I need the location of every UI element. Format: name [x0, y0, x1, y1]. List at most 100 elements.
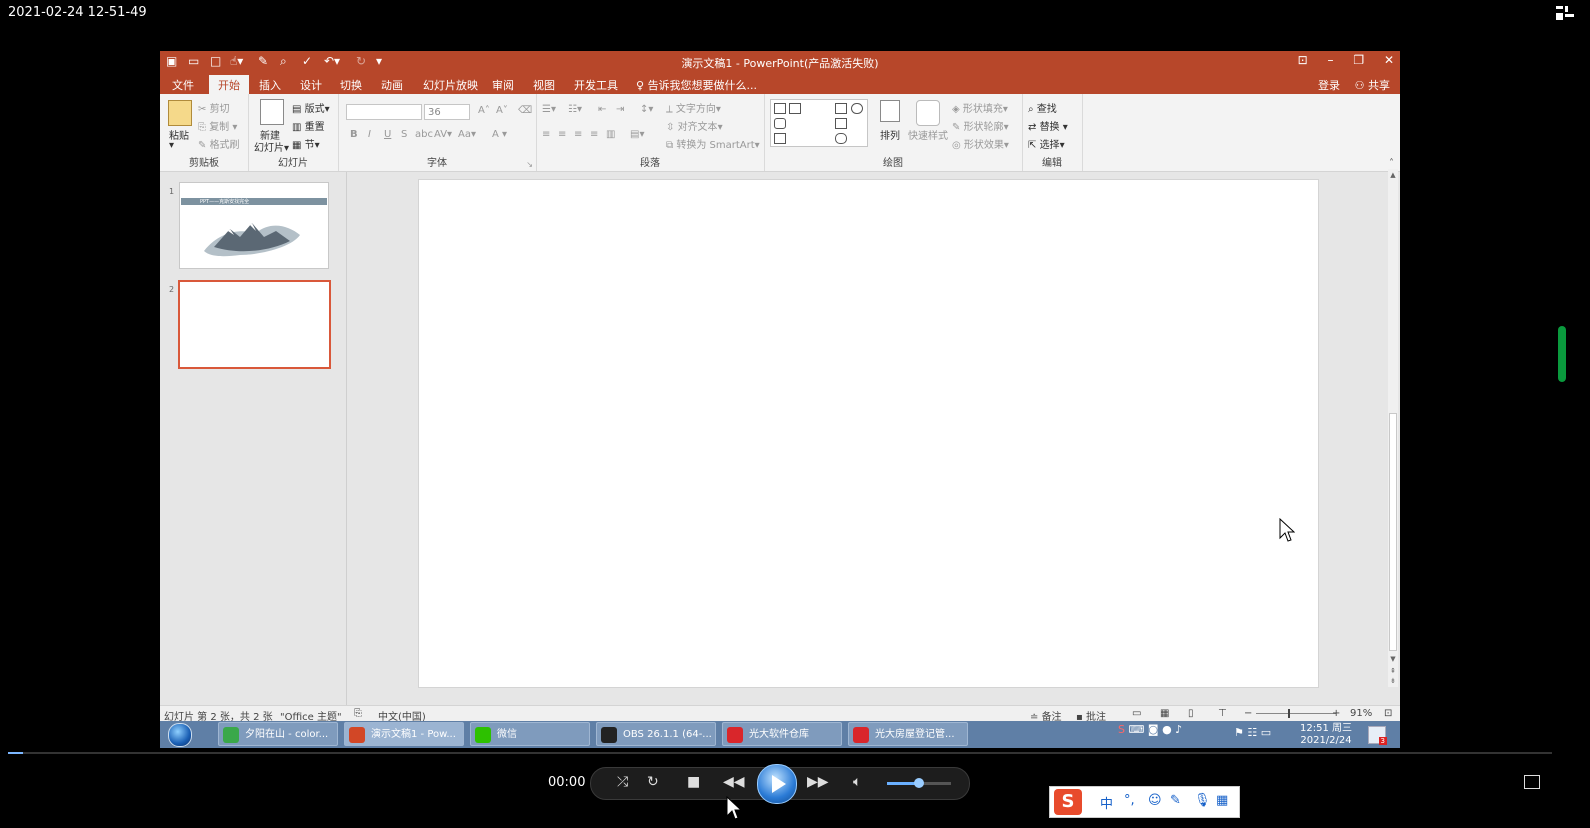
microphone-icon[interactable]: 🎙︎ [1194, 793, 1211, 808]
quick-styles-icon[interactable] [916, 100, 940, 126]
webcam-icon[interactable]: ◙ [1148, 723, 1159, 736]
paste-icon[interactable] [168, 100, 192, 126]
fit-slide-icon[interactable]: ⊡ [1384, 708, 1392, 719]
underline-button[interactable]: U [384, 129, 391, 140]
next-slide-icon[interactable]: ⇟ [1388, 677, 1398, 685]
network-icon[interactable]: ☷ [1247, 726, 1257, 739]
tab-transitions[interactable]: 切换 [340, 77, 362, 93]
shape-pentagon[interactable] [774, 133, 786, 144]
indent-decrease-icon[interactable]: ⇤ [598, 104, 606, 115]
numbering-icon[interactable]: ☷▾ [568, 104, 582, 115]
select-button[interactable]: ⇱ 选择▾ [1028, 136, 1065, 151]
replace-button[interactable]: ⇄ 替换 ▾ [1028, 118, 1068, 133]
section-button[interactable]: ▦ 节▾ [292, 136, 320, 151]
obs-tray-icon[interactable]: ● [1162, 723, 1172, 736]
align-text-button[interactable]: ⇳ 对齐文本▾ [666, 118, 723, 133]
start-button[interactable] [168, 723, 192, 747]
zoom-in-icon[interactable]: + [1332, 708, 1340, 719]
font-dialog-launcher-icon[interactable]: ↘ [526, 160, 533, 169]
spellcheck-icon[interactable]: ⎘ [354, 708, 362, 719]
taskbar-item[interactable]: 光大软件仓库 [722, 722, 842, 746]
clock[interactable]: 12:51 周三 2021/2/24 [1298, 723, 1354, 747]
zoom-out-icon[interactable]: − [1244, 708, 1252, 719]
align-right-icon[interactable]: ≡ [574, 129, 582, 140]
shapes-gallery[interactable] [770, 99, 868, 147]
monitor-icon[interactable]: ▭ [1261, 726, 1271, 739]
volume-thumb[interactable] [913, 778, 924, 788]
emoji-icon[interactable]: ☺ [1148, 793, 1162, 808]
flag-icon[interactable]: ⚑ [1234, 726, 1244, 739]
collapse-ribbon-icon[interactable]: ˄ [1389, 158, 1394, 169]
scroll-up-icon[interactable]: ▲ [1388, 171, 1398, 179]
font-color-button[interactable]: A ▾ [492, 129, 507, 140]
line-spacing-icon[interactable]: ↕▾ [640, 104, 653, 115]
normal-view-icon[interactable]: ▭ [1132, 708, 1141, 719]
taskbar-item[interactable]: 光大房屋登记管... [848, 722, 968, 746]
tab-file[interactable]: 文件 [172, 77, 194, 93]
slide-canvas[interactable] [418, 179, 1319, 688]
zoom-slider-thumb[interactable] [1288, 709, 1290, 718]
change-case-button[interactable]: Aa▾ [458, 129, 476, 140]
restore-icon[interactable]: ❐ [1353, 53, 1364, 67]
shrink-font-icon[interactable]: A˅ [496, 105, 508, 116]
tab-design[interactable]: 设计 [300, 77, 322, 93]
new-slide-label-2[interactable]: 幻灯片▾ [254, 139, 289, 154]
shape-textbox[interactable] [774, 103, 786, 114]
shape-effects-button[interactable]: ◎ 形状效果▾ [952, 136, 1009, 151]
prev-slide-icon[interactable]: ⇞ [1388, 667, 1398, 675]
action-center-icon[interactable]: 3 [1368, 726, 1387, 745]
arrange-icon[interactable] [880, 100, 900, 122]
grow-font-icon[interactable]: A˄ [478, 105, 490, 116]
scroll-thumb[interactable] [1389, 413, 1397, 651]
ime-punctuation[interactable]: °, [1124, 793, 1135, 808]
strikethrough-button[interactable]: abc [415, 129, 433, 140]
tab-review[interactable]: 审阅 [492, 77, 514, 93]
taskbar-item[interactable]: 演示文稿1 - Pow... [344, 722, 464, 746]
find-button[interactable]: ⌕ 查找 [1028, 100, 1057, 115]
slide-thumbnail-1[interactable]: PPT——克斯安找完全 [179, 182, 329, 269]
tab-view[interactable]: 视图 [533, 77, 555, 93]
columns-icon[interactable]: ▤▾ [630, 129, 644, 140]
sogou-tray-icon[interactable]: S [1118, 723, 1125, 736]
shape-rounded-rect[interactable] [774, 118, 786, 129]
fast-forward-icon[interactable]: ▶▶ [807, 774, 829, 790]
smartart-button[interactable]: ⧉ 转换为 SmartArt▾ [666, 136, 760, 151]
vertical-scrollbar[interactable]: ▲ ▼ ⇞ ⇟ [1388, 169, 1398, 687]
login-link[interactable]: 登录 [1318, 77, 1340, 93]
shape-outline-button[interactable]: ✎ 形状轮廓▾ [952, 118, 1009, 133]
quick-styles-label[interactable]: 快速样式 [908, 127, 948, 142]
ime-mode[interactable]: 中 [1100, 793, 1113, 812]
distribute-icon[interactable]: ▥ [606, 129, 615, 140]
shadow-button[interactable]: S [401, 129, 407, 140]
zoom-level[interactable]: 91% [1350, 708, 1372, 719]
pen-icon[interactable]: ✎ [1170, 793, 1181, 808]
copy-button[interactable]: ⎘ 复制 ▾ [198, 118, 237, 133]
tab-slideshow[interactable]: 幻灯片放映 [423, 77, 478, 93]
shape-arrow[interactable] [835, 118, 847, 129]
layout-button[interactable]: ▤ 版式▾ [292, 100, 330, 115]
toolbox-icon[interactable]: ▦ [1216, 793, 1228, 808]
shuffle-icon[interactable]: ⤮ [617, 774, 628, 790]
scroll-down-icon[interactable]: ▼ [1388, 655, 1398, 663]
taskbar-item[interactable]: 夕阳在山 - color... [218, 722, 338, 746]
italic-button[interactable]: I [368, 129, 371, 140]
bold-button[interactable]: B [350, 129, 358, 140]
minimize-icon[interactable]: – [1328, 53, 1334, 67]
clear-format-icon[interactable]: ⌫ [518, 105, 532, 116]
font-size-input[interactable]: 36 [424, 104, 470, 120]
justify-icon[interactable]: ≡ [590, 129, 598, 140]
volume-slider[interactable] [887, 778, 951, 788]
text-direction-button[interactable]: ⟂ 文字方向▾ [666, 100, 721, 115]
reading-view-icon[interactable]: ▯ [1188, 708, 1194, 719]
share-button[interactable]: ⚇ 共享 [1355, 77, 1390, 93]
ribbon-display-icon[interactable]: ⊡ [1298, 53, 1308, 67]
tab-animations[interactable]: 动画 [381, 77, 403, 93]
stop-icon[interactable]: ■ [687, 774, 700, 790]
indent-increase-icon[interactable]: ⇥ [616, 104, 624, 115]
layout-toggle-icon[interactable] [1556, 6, 1574, 20]
tab-insert[interactable]: 插入 [259, 77, 281, 93]
rewind-icon[interactable]: ◀◀ [723, 774, 745, 790]
paste-dropdown-icon[interactable]: ▾ [169, 140, 174, 151]
volume-tray-icon[interactable]: ♪ [1175, 723, 1182, 736]
slide-thumbnail-2[interactable] [178, 280, 331, 369]
